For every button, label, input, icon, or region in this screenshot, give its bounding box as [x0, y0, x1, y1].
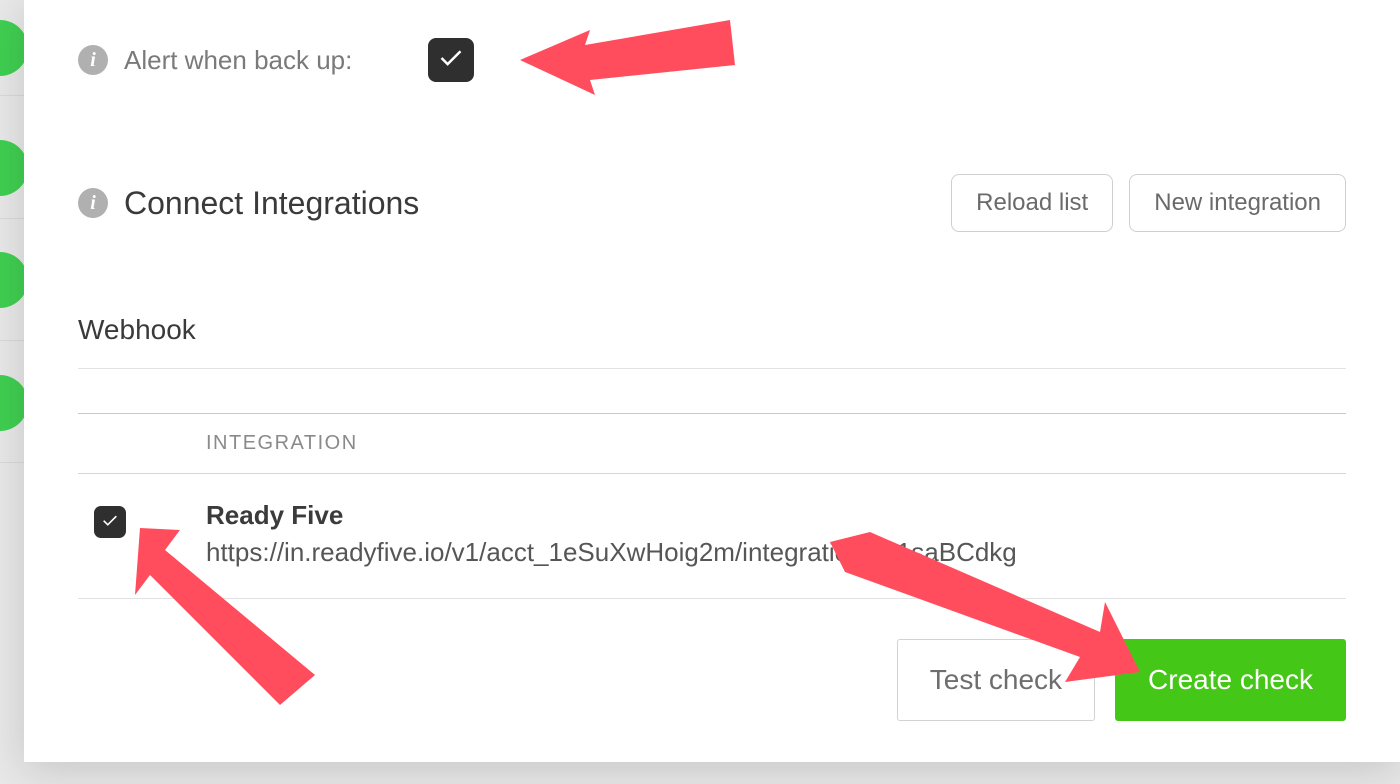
integration-row: Ready Five https://in.readyfive.io/v1/ac… — [78, 474, 1346, 599]
integration-name: Ready Five — [206, 500, 1017, 531]
integration-category-webhook: Webhook — [78, 314, 1346, 369]
info-icon[interactable]: i — [78, 188, 108, 218]
alert-back-up-row: i Alert when back up: — [78, 0, 1346, 82]
test-check-button[interactable]: Test check — [897, 639, 1095, 721]
integration-url: https://in.readyfive.io/v1/acct_1eSuXwHo… — [206, 537, 1017, 568]
check-icon — [436, 45, 466, 75]
connect-integrations-header: i Connect Integrations Reload list New i… — [78, 174, 1346, 232]
alert-back-up-label: Alert when back up: — [124, 45, 352, 76]
modal-create-check: i Alert when back up: i Connect Integrat… — [24, 0, 1400, 762]
new-integration-button[interactable]: New integration — [1129, 174, 1346, 232]
reload-list-button[interactable]: Reload list — [951, 174, 1113, 232]
integration-column-header: INTEGRATION — [78, 414, 1346, 474]
create-check-button[interactable]: Create check — [1115, 639, 1346, 721]
alert-back-up-checkbox[interactable] — [428, 38, 474, 82]
info-icon[interactable]: i — [78, 45, 108, 75]
check-icon — [100, 512, 120, 532]
connect-integrations-title: Connect Integrations — [124, 185, 419, 222]
integration-table: INTEGRATION Ready Five https://in.readyf… — [78, 413, 1346, 599]
modal-footer: Test check Create check — [78, 639, 1346, 721]
integration-row-checkbox[interactable] — [94, 506, 126, 538]
